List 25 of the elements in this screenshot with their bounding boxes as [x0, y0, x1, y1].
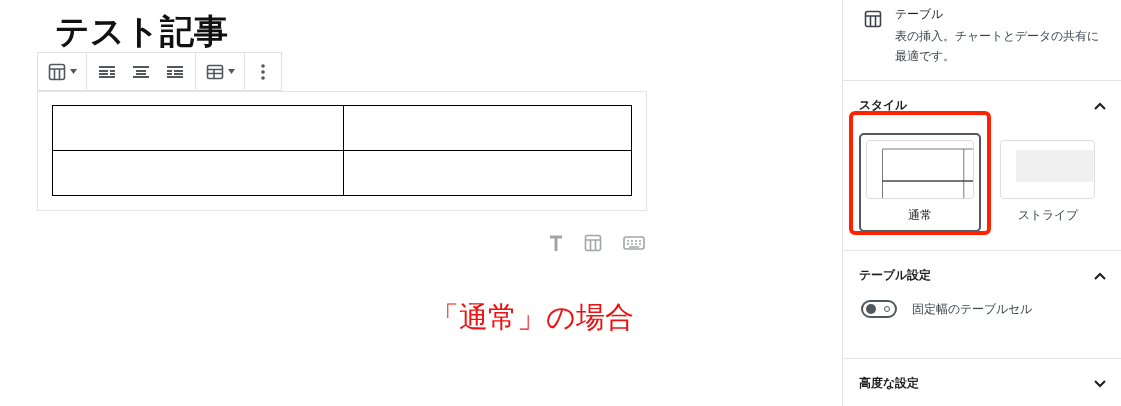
annotation-text: 「通常」の場合 [430, 299, 634, 336]
table-cell[interactable] [343, 105, 632, 151]
table-cell[interactable] [52, 150, 344, 196]
block-description: 表の挿入。チャートとデータの共有に最適です。 [895, 28, 1100, 65]
panel-header[interactable]: 高度な設定 [843, 359, 1121, 406]
toggle-label: 固定幅のテーブルセル [912, 300, 1032, 318]
table-cell[interactable] [52, 105, 344, 151]
block-title: テーブル [895, 6, 944, 23]
caret-icon [228, 69, 235, 74]
toggle-switch[interactable] [861, 300, 897, 318]
chevron-down-icon[interactable] [1094, 379, 1106, 388]
table-icon [863, 9, 883, 29]
panel-title: 高度な設定 [859, 375, 919, 392]
table-icon[interactable] [47, 61, 67, 82]
caret-icon [70, 69, 77, 74]
chevron-up-icon[interactable] [1094, 271, 1106, 280]
chevron-up-icon[interactable] [1094, 101, 1106, 110]
panel-header[interactable]: テーブル設定 [843, 251, 1121, 300]
panel-header[interactable]: スタイル [843, 81, 1121, 130]
panel-title: スタイル [859, 97, 907, 114]
more-icon[interactable] [260, 61, 266, 82]
panel-title: テーブル設定 [859, 267, 931, 284]
table-cell[interactable] [343, 150, 632, 196]
style-option[interactable]: 通常 [859, 133, 982, 232]
post-title: テスト記事 [55, 13, 228, 51]
